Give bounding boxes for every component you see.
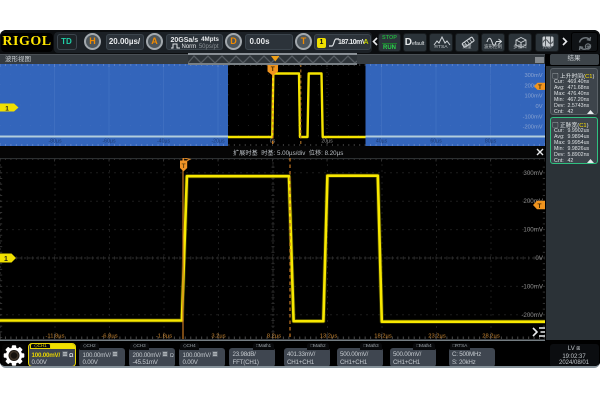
svg-text:-6.8µs: -6.8µs	[101, 334, 117, 340]
svg-text:-200mV: -200mV	[521, 312, 544, 319]
svg-text:28.2µs: 28.2µs	[482, 334, 500, 340]
svg-text:-20µs: -20µs	[211, 139, 224, 145]
svg-text:0V: 0V	[535, 255, 543, 262]
svg-text:0V: 0V	[536, 104, 543, 110]
svg-text:23.2µs: 23.2µs	[428, 334, 446, 340]
svg-text:8.2µs: 8.2µs	[267, 334, 281, 340]
svg-text:T: T	[538, 203, 542, 210]
svg-text:1: 1	[4, 256, 8, 263]
svg-text:3.2µs: 3.2µs	[211, 334, 225, 340]
svg-text:T: T	[182, 163, 186, 170]
svg-text:-200mV: -200mV	[523, 125, 543, 131]
svg-text:-100mV: -100mV	[521, 283, 544, 290]
svg-text:-40µs: -40µs	[157, 139, 170, 145]
svg-text:100mV: 100mV	[523, 227, 543, 234]
svg-text:1: 1	[5, 105, 9, 112]
svg-text:-80µs: -80µs	[48, 139, 61, 145]
svg-text:13.2µs: 13.2µs	[320, 334, 338, 340]
svg-text:60µs: 60µs	[430, 139, 442, 145]
svg-text:T: T	[271, 66, 275, 73]
svg-text:-100mV: -100mV	[523, 114, 543, 120]
svg-text:18.2µs: 18.2µs	[374, 334, 392, 340]
svg-text:80µs: 80µs	[485, 139, 497, 145]
svg-text:-1.8µs: -1.8µs	[156, 334, 172, 340]
svg-text:-60µs: -60µs	[102, 139, 115, 145]
svg-text:300mV: 300mV	[523, 170, 543, 177]
svg-text:20µs: 20µs	[321, 139, 333, 145]
svg-text:300mV: 300mV	[524, 73, 542, 79]
svg-text:40µs: 40µs	[376, 139, 388, 145]
svg-text:T: T	[538, 85, 542, 91]
svg-text:100mV: 100mV	[524, 94, 542, 100]
svg-text:-11.8µs: -11.8µs	[45, 334, 64, 340]
